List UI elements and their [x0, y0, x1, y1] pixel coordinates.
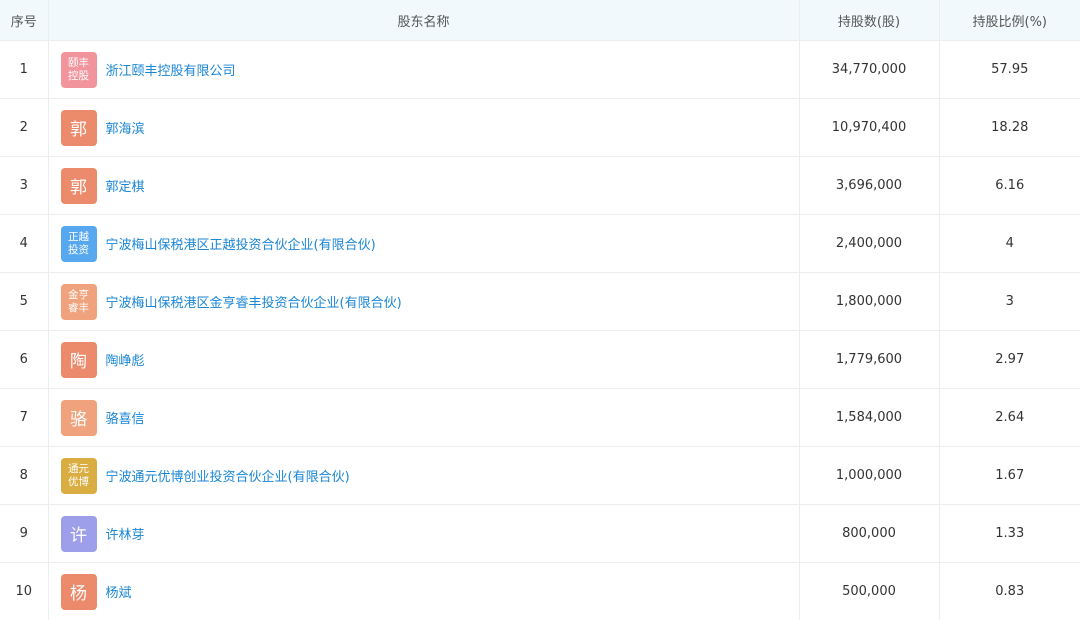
shares-cell: 3,696,000	[799, 157, 939, 215]
table-row: 1颐丰控股浙江颐丰控股有限公司34,770,00057.95	[0, 41, 1080, 99]
shares-cell: 34,770,000	[799, 41, 939, 99]
row-index: 6	[0, 331, 48, 389]
shareholder-logo[interactable]: 金亨睿丰	[61, 284, 97, 320]
row-index: 9	[0, 505, 48, 563]
shareholder-cell: 金亨睿丰宁波梅山保税港区金亨睿丰投资合伙企业(有限合伙)	[48, 273, 799, 331]
shares-cell: 500,000	[799, 563, 939, 620]
row-index: 8	[0, 447, 48, 505]
percent-cell: 6.16	[939, 157, 1080, 215]
table-row: 5金亨睿丰宁波梅山保税港区金亨睿丰投资合伙企业(有限合伙)1,800,0003	[0, 273, 1080, 331]
row-index: 5	[0, 273, 48, 331]
shareholder-cell: 骆骆喜信	[48, 389, 799, 447]
shareholder-logo[interactable]: 郭	[61, 168, 97, 204]
header-shares[interactable]: 持股数(股)	[799, 0, 939, 41]
shareholder-logo[interactable]: 许	[61, 516, 97, 552]
shareholder-name-link[interactable]: 骆喜信	[106, 408, 145, 427]
shares-cell: 1,800,000	[799, 273, 939, 331]
shareholder-name-link[interactable]: 杨斌	[106, 582, 132, 601]
shares-cell: 1,779,600	[799, 331, 939, 389]
shareholder-logo[interactable]: 颐丰控股	[61, 52, 97, 88]
table-row: 10杨杨斌500,0000.83	[0, 563, 1080, 620]
shareholder-table: 序号 股东名称 持股数(股) 持股比例(%) 1颐丰控股浙江颐丰控股有限公司34…	[0, 0, 1080, 620]
shareholder-cell: 郭郭海滨	[48, 99, 799, 157]
row-index: 4	[0, 215, 48, 273]
table-row: 8通元优博宁波通元优博创业投资合伙企业(有限合伙)1,000,0001.67	[0, 447, 1080, 505]
shareholder-logo[interactable]: 骆	[61, 400, 97, 436]
shareholder-logo[interactable]: 郭	[61, 110, 97, 146]
row-index: 2	[0, 99, 48, 157]
percent-cell: 2.64	[939, 389, 1080, 447]
percent-cell: 18.28	[939, 99, 1080, 157]
shareholder-logo[interactable]: 陶	[61, 342, 97, 378]
table-header: 序号 股东名称 持股数(股) 持股比例(%)	[0, 0, 1080, 41]
shareholder-name-link[interactable]: 陶峥彪	[106, 350, 145, 369]
shareholder-cell: 郭郭定棋	[48, 157, 799, 215]
header-name: 股东名称	[48, 0, 799, 41]
shareholder-name-link[interactable]: 宁波梅山保税港区正越投资合伙企业(有限合伙)	[106, 234, 376, 253]
shareholder-cell: 杨杨斌	[48, 563, 799, 620]
shareholder-logo[interactable]: 杨	[61, 574, 97, 610]
row-index: 1	[0, 41, 48, 99]
row-index: 7	[0, 389, 48, 447]
row-index: 3	[0, 157, 48, 215]
table-row: 6陶陶峥彪1,779,6002.97	[0, 331, 1080, 389]
percent-cell: 2.97	[939, 331, 1080, 389]
shares-cell: 10,970,400	[799, 99, 939, 157]
table-row: 2郭郭海滨10,970,40018.28	[0, 99, 1080, 157]
table-row: 3郭郭定棋3,696,0006.16	[0, 157, 1080, 215]
shareholder-logo[interactable]: 通元优博	[61, 458, 97, 494]
shareholder-cell: 通元优博宁波通元优博创业投资合伙企业(有限合伙)	[48, 447, 799, 505]
percent-cell: 3	[939, 273, 1080, 331]
shareholder-name-link[interactable]: 宁波梅山保税港区金亨睿丰投资合伙企业(有限合伙)	[106, 292, 402, 311]
percent-cell: 1.33	[939, 505, 1080, 563]
percent-cell: 0.83	[939, 563, 1080, 620]
shareholder-name-link[interactable]: 郭海滨	[106, 118, 145, 137]
row-index: 10	[0, 563, 48, 620]
shareholder-logo[interactable]: 正越投资	[61, 226, 97, 262]
percent-cell: 4	[939, 215, 1080, 273]
percent-cell: 1.67	[939, 447, 1080, 505]
shareholder-cell: 陶陶峥彪	[48, 331, 799, 389]
table-body: 1颐丰控股浙江颐丰控股有限公司34,770,00057.952郭郭海滨10,97…	[0, 41, 1080, 620]
shares-cell: 1,000,000	[799, 447, 939, 505]
shareholder-name-link[interactable]: 宁波通元优博创业投资合伙企业(有限合伙)	[106, 466, 350, 485]
header-index: 序号	[0, 0, 48, 41]
shareholder-name-link[interactable]: 许林芽	[106, 524, 145, 543]
shares-cell: 800,000	[799, 505, 939, 563]
shares-cell: 2,400,000	[799, 215, 939, 273]
shareholder-cell: 颐丰控股浙江颐丰控股有限公司	[48, 41, 799, 99]
table-row: 4正越投资宁波梅山保税港区正越投资合伙企业(有限合伙)2,400,0004	[0, 215, 1080, 273]
percent-cell: 57.95	[939, 41, 1080, 99]
shareholder-name-link[interactable]: 郭定棋	[106, 176, 145, 195]
shareholder-cell: 许许林芽	[48, 505, 799, 563]
table-row: 7骆骆喜信1,584,0002.64	[0, 389, 1080, 447]
header-percent[interactable]: 持股比例(%)	[939, 0, 1080, 41]
shareholder-cell: 正越投资宁波梅山保税港区正越投资合伙企业(有限合伙)	[48, 215, 799, 273]
table-row: 9许许林芽800,0001.33	[0, 505, 1080, 563]
shareholder-name-link[interactable]: 浙江颐丰控股有限公司	[106, 60, 236, 79]
shares-cell: 1,584,000	[799, 389, 939, 447]
